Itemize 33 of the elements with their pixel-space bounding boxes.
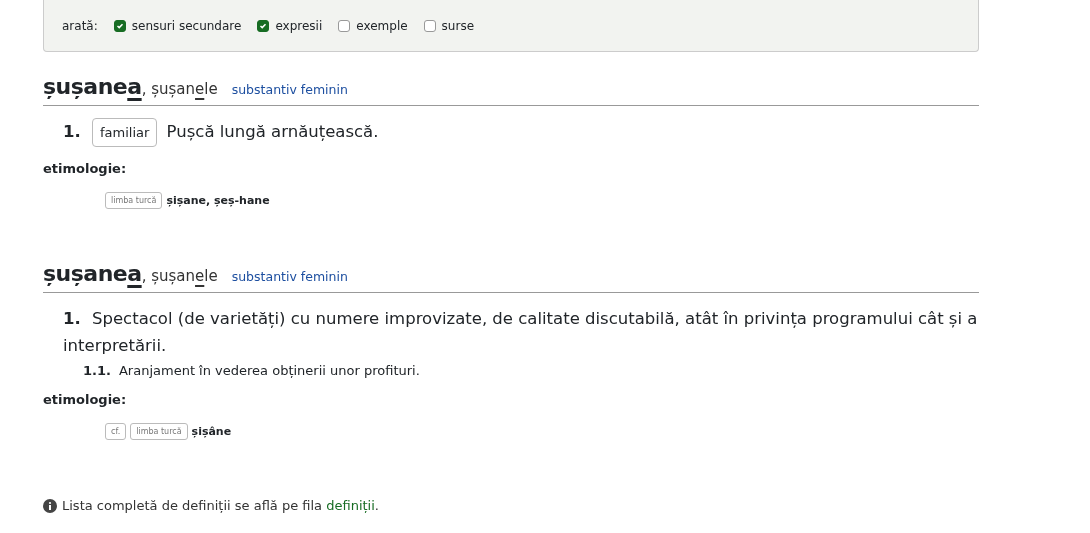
part-of-speech: substantiv feminin [231, 82, 348, 97]
definitions-link[interactable]: definiții [326, 498, 375, 513]
checkbox-label: surse [441, 18, 475, 33]
checkbox[interactable] [257, 19, 270, 32]
etymology-tag: cf. [105, 423, 127, 440]
etymology-label: etimologie: [43, 161, 128, 176]
part-of-speech: substantiv feminin [231, 269, 348, 284]
etymology-tag: limba turcă [105, 192, 163, 209]
definition-text: Pușcă lungă arnăuțească. [166, 122, 379, 141]
checkbox[interactable] [113, 19, 126, 32]
headword: șușanea [43, 74, 142, 99]
etymology-words: șișâne [191, 425, 232, 438]
sense-number: 1.1. [83, 363, 111, 378]
definition-text: Aranjament în vederea obținerii unor profituri. [118, 363, 420, 378]
checkbox-label: expresii [275, 18, 323, 33]
sense-number: 1. [63, 122, 81, 141]
checkbox[interactable] [423, 19, 436, 32]
etymology-tag: limba turcă [130, 423, 188, 440]
checkbox-label: sensuri secundare [131, 18, 242, 33]
plural-form: , șușanele [141, 80, 218, 98]
checkmark-icon [259, 21, 268, 30]
info-icon [43, 498, 57, 513]
etymology-label: etimologie: [43, 392, 128, 407]
headword: șușanea [43, 261, 142, 286]
checkmark-icon [115, 21, 124, 30]
etymology-words: șișane, șeș-hane [166, 194, 270, 207]
footer-note: Lista completă de definiții se află pe fila definiții. [62, 498, 379, 513]
plural-form: , șușanele [141, 267, 218, 285]
definition-text: 1. Spectacol (de varietăți) cu numere improvizate, de calitate discutabilă, atât în privința programului cât și a interpretării. [63, 308, 979, 357]
checkbox-label: exemple [356, 18, 408, 33]
register-tag: familiar [92, 118, 158, 147]
checkbox[interactable] [338, 19, 351, 32]
filter-label: arată: [62, 18, 98, 33]
